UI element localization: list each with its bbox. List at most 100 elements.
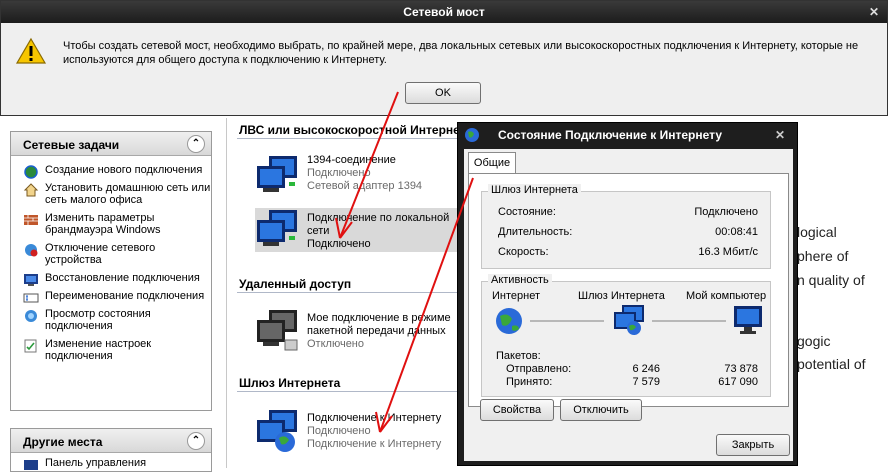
task-label: Создание нового подключения [45,164,203,176]
background-text-5: potential of [797,356,866,372]
task-label: Установить домашнюю сеть или сеть малого… [45,182,211,206]
new-connection-icon [24,165,38,179]
sent-label: Отправлено: [506,363,572,375]
internet-globe-icon [496,308,522,334]
task-label: Изменить параметры брандмауэра Windows [45,212,161,236]
network-bridge-message-box: Сетевой мост ✕ Чтобы создать сетевой мос… [0,0,888,116]
message-box-titlebar: Сетевой мост ✕ [1,1,887,23]
task-label: Отключение сетевого устройства [45,242,156,266]
group-gateway-header: Шлюз Интернета [239,376,341,390]
message-box-title: Сетевой мост [403,5,485,19]
status-dialog-body: Общие Шлюз Интернета Состояние: Подключе… [464,149,793,461]
disconnect-button[interactable]: Отключить [560,399,642,421]
connection-text: Мое подключение в режиме пакетной переда… [307,312,451,351]
packets-label: Пакетов: [496,350,541,362]
disable-device-icon [25,244,38,257]
connection-status: Подключено [307,167,371,179]
warning-icon [15,37,47,64]
group-divider [237,391,468,392]
connection-text: 1394-соединение Подключено Сетевой адапт… [307,154,422,193]
gateway-computer-icon [614,305,644,335]
control-panel-icon [24,460,38,470]
network-tasks-header[interactable]: Сетевые задачи ⌃ [11,132,211,156]
my-computer-icon [734,306,762,334]
close-icon[interactable]: ✕ [869,1,879,23]
received-computer-value: 617 090 [718,376,758,388]
view-status-icon [25,310,37,322]
gateway-group: Шлюз Интернета Состояние: Подключено Дли… [481,184,771,269]
group-lan-header: ЛВС или высокоскоростной Интернет [239,123,466,137]
node-computer-label: Мой компьютер [686,290,767,302]
task-label: Восстановление подключения [45,272,200,284]
node-internet-label: Интернет [492,290,540,302]
general-tab-page: Шлюз Интернета Состояние: Подключено Дли… [468,173,789,407]
globe-icon [465,128,479,142]
connection-status: Подключено [307,238,371,250]
task-pane: Сетевые задачи ⌃ Создание нового подключ… [0,118,226,472]
gateway-legend: Шлюз Интернета [488,184,581,196]
connection-device: Подключение к Интернету [307,438,442,450]
firewall-icon [24,215,38,225]
connection-device: Сетевой адаптер 1394 [307,180,423,192]
activity-legend: Активность [488,274,552,286]
status-dialog-titlebar: Состояние Подключение к Интернету ✕ [458,123,797,147]
activity-line-left [530,320,604,322]
task-home-network[interactable]: Установить домашнюю сеть или сеть малого… [11,182,211,206]
collapse-icon[interactable]: ⌃ [187,432,205,450]
connection-status-dialog: Состояние Подключение к Интернету ✕ Общи… [457,122,798,466]
background-text-3: n quality of [797,272,865,288]
internet-gateway-icon [257,410,297,452]
status-value: Подключено [694,206,758,218]
other-places-header[interactable]: Другие места ⌃ [11,429,211,453]
network-connection-icon [257,156,297,192]
connection-name: Подключение к Интернету [307,412,442,424]
task-disable-device[interactable]: Отключение сетевого устройства [11,242,211,266]
task-view-status[interactable]: Просмотр состояния подключения [11,308,211,332]
node-gateway-label: Шлюз Интернета [578,290,665,302]
connection-name: 1394-соединение [307,154,396,166]
task-label: Панель управления [45,457,147,469]
home-network-icon [23,183,39,197]
tab-general[interactable]: Общие [468,152,516,174]
task-firewall[interactable]: Изменить параметры брандмауэра Windows [11,212,211,236]
group-remote-header: Удаленный доступ [239,277,352,291]
activity-line-right [652,320,726,322]
repair-icon [24,274,38,286]
background-text-4: gogic [797,333,831,349]
network-connection-icon [257,210,297,246]
connection-status: Отключено [307,338,364,350]
status-dialog-title: Состояние Подключение к Интернету [498,128,722,142]
network-tasks-title: Сетевые задачи [23,138,120,152]
connection-name-cont: пакетной передачи данных [307,325,446,337]
received-gateway-value: 7 579 [632,376,660,388]
collapse-icon[interactable]: ⌃ [187,135,205,153]
connection-name: Мое подключение в режиме [307,312,451,324]
connection-status: Подключено [307,425,371,437]
other-places-panel: Другие места ⌃ Панель управления [10,428,212,472]
group-divider [237,138,468,139]
message-text: Чтобы создать сетевой мост, необходимо в… [63,40,859,66]
task-label: Переименование подключения [45,290,205,302]
other-places-title: Другие места [23,435,103,449]
speed-label: Скорость: [498,246,549,258]
task-rename[interactable]: Переименование подключения [11,290,211,303]
task-label: Просмотр состояния подключения [45,308,151,332]
activity-group: Активность Интернет Шлюз Интернета Мой к… [481,274,771,397]
received-label: Принято: [506,376,553,388]
change-settings-icon [24,339,37,353]
properties-button[interactable]: Свойства [480,399,554,421]
connections-list: ЛВС или высокоскоростной Интернет 1394-с… [226,118,469,468]
duration-label: Длительность: [498,226,573,238]
task-repair[interactable]: Восстановление подключения [11,272,211,286]
status-label: Состояние: [498,206,556,218]
speed-value: 16.3 Мбит/с [698,246,758,258]
group-divider [237,292,468,293]
connection-lan[interactable]: Подключение по локальной сети Подключено [255,208,469,252]
task-change-settings[interactable]: Изменение настроек подключения [11,338,211,362]
close-icon[interactable]: ✕ [775,123,785,147]
close-button[interactable]: Закрыть [716,434,790,456]
task-create-connection[interactable]: Создание нового подключения [11,164,211,179]
ok-button[interactable]: OK [405,82,481,104]
task-control-panel[interactable]: Панель управления [11,457,211,470]
connection-name: Подключение по локальной [307,212,450,224]
